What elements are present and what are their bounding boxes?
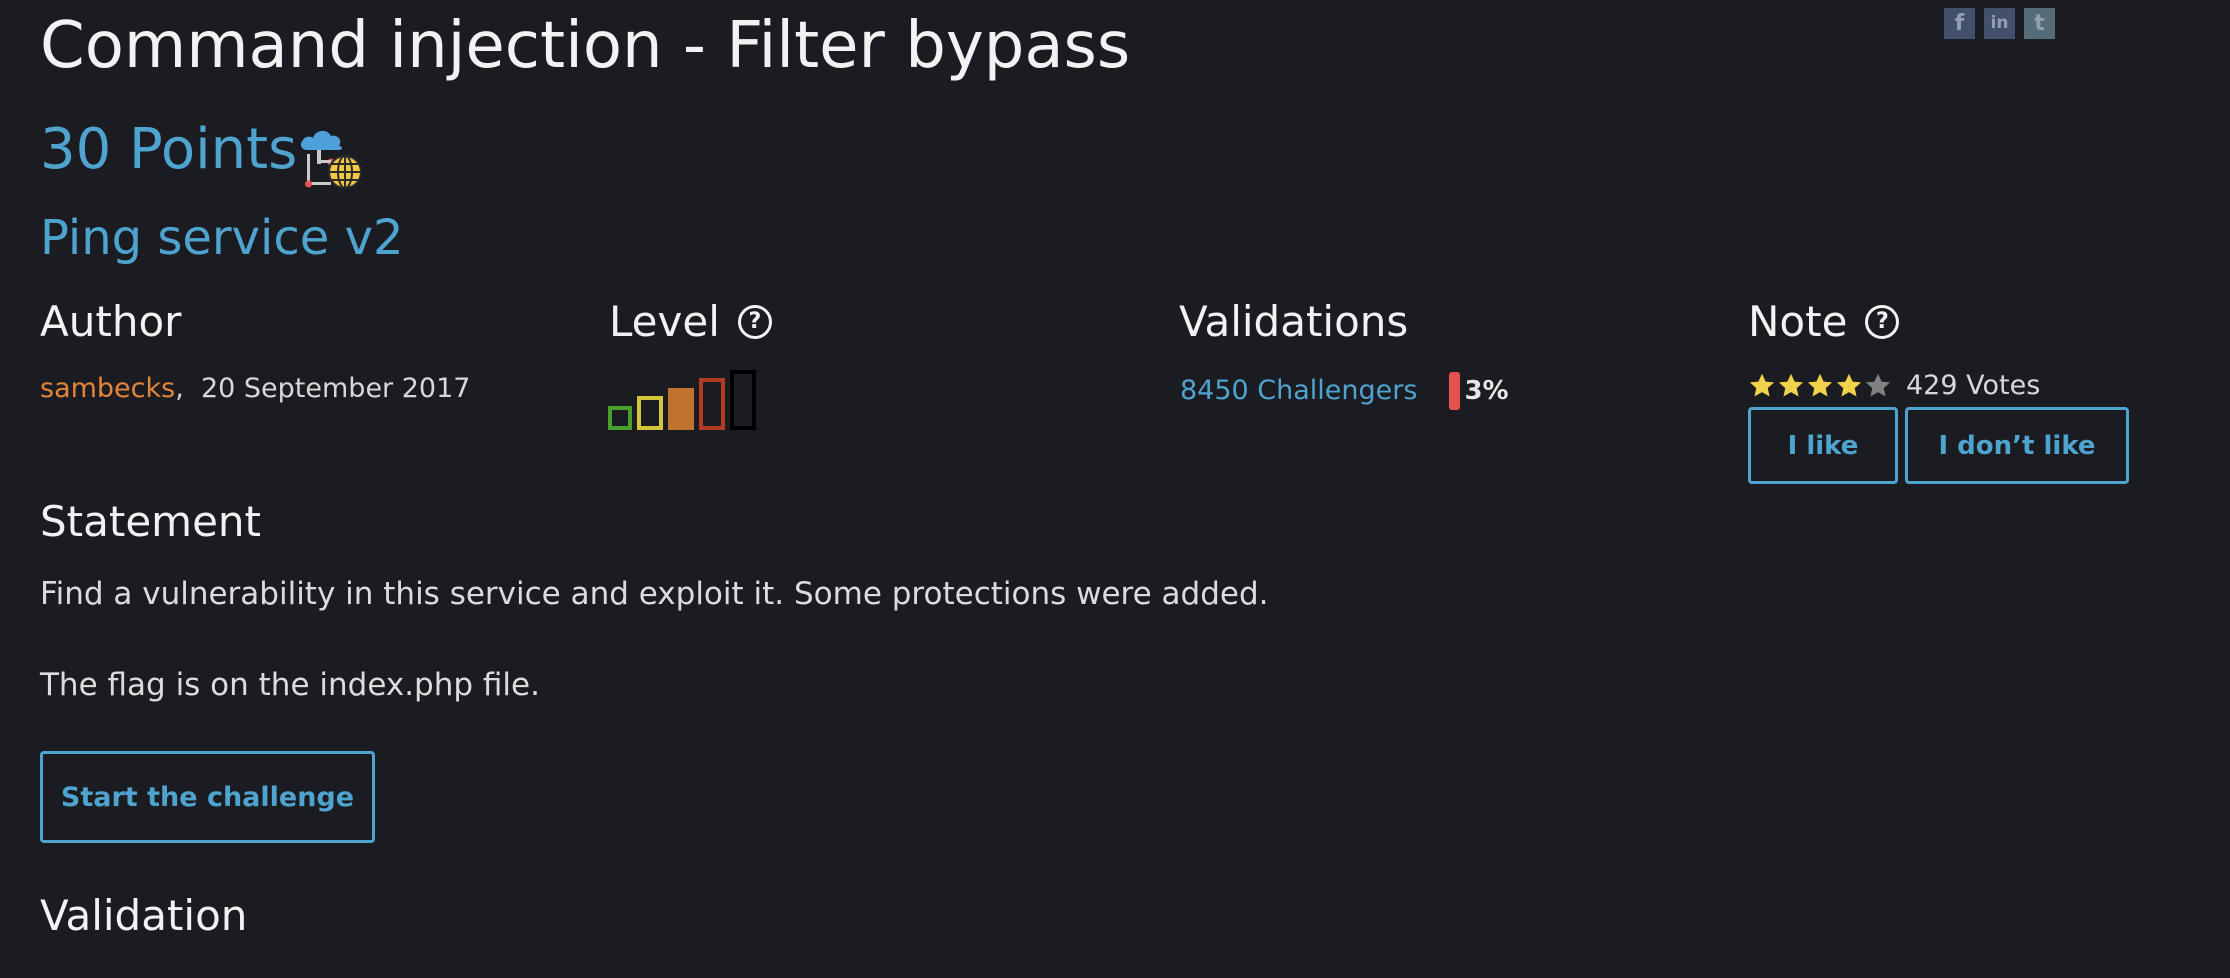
twitter-icon[interactable]: t [2024, 8, 2055, 39]
statement-heading: Statement [40, 497, 262, 546]
star-icon[interactable] [1864, 372, 1892, 400]
success-rate-percent: 3% [1464, 376, 1509, 406]
challengers-link[interactable]: 8450 Challengers [1180, 374, 1417, 408]
author-heading: Author [40, 297, 182, 346]
level-bar-3 [668, 388, 694, 430]
rating-stars [1748, 372, 1892, 400]
note-info: 429 Votes [1748, 370, 2040, 401]
challenge-points: 30 Points [40, 117, 298, 182]
validations-info: 8450 Challengers 3% [1180, 372, 1509, 410]
difficulty-level-bars [608, 370, 756, 430]
star-icon[interactable] [1748, 372, 1776, 400]
author-separator: , [175, 373, 184, 404]
level-bar-2 [637, 396, 663, 430]
share-bar: f in t [1944, 8, 2055, 39]
star-icon[interactable] [1806, 372, 1834, 400]
author-link[interactable]: sambecks [40, 373, 175, 404]
level-heading: Level [609, 297, 720, 346]
statement-line-1: Find a vulnerability in this service and… [40, 576, 1269, 612]
like-button[interactable]: I like [1748, 407, 1898, 484]
votes-count: 429 Votes [1906, 370, 2041, 401]
linkedin-icon[interactable]: in [1984, 8, 2015, 39]
challenge-page: Command injection - Filter bypass f in t… [0, 0, 2230, 978]
validations-heading: Validations [1179, 297, 1409, 346]
start-challenge-button[interactable]: Start the challenge [40, 751, 375, 843]
statement-line-2: The flag is on the index.php file. [40, 667, 540, 703]
star-icon[interactable] [1835, 372, 1863, 400]
dislike-button[interactable]: I don’t like [1905, 407, 2129, 484]
note-help-icon[interactable]: ? [1865, 304, 1900, 339]
success-rate-bar [1449, 372, 1461, 410]
level-bar-4 [699, 378, 725, 430]
level-heading-group: Level? [609, 292, 772, 352]
level-help-icon[interactable]: ? [737, 304, 772, 339]
cloud-network-globe-icon [300, 130, 362, 189]
author-date: 20 September 2017 [200, 373, 471, 404]
level-bar-5 [730, 370, 756, 430]
challenge-subtitle: Ping service v2 [40, 210, 404, 266]
author-info: sambecks, 20 September 2017 [40, 372, 470, 406]
success-rate-bar-fill [1449, 372, 1461, 410]
note-heading: Note [1748, 297, 1848, 346]
validation-heading: Validation [40, 891, 248, 940]
star-icon[interactable] [1777, 372, 1805, 400]
facebook-icon[interactable]: f [1944, 8, 1975, 39]
page-title: Command injection - Filter bypass [40, 9, 1131, 83]
note-heading-group: Note? [1748, 292, 1900, 352]
level-bar-1 [608, 406, 632, 430]
